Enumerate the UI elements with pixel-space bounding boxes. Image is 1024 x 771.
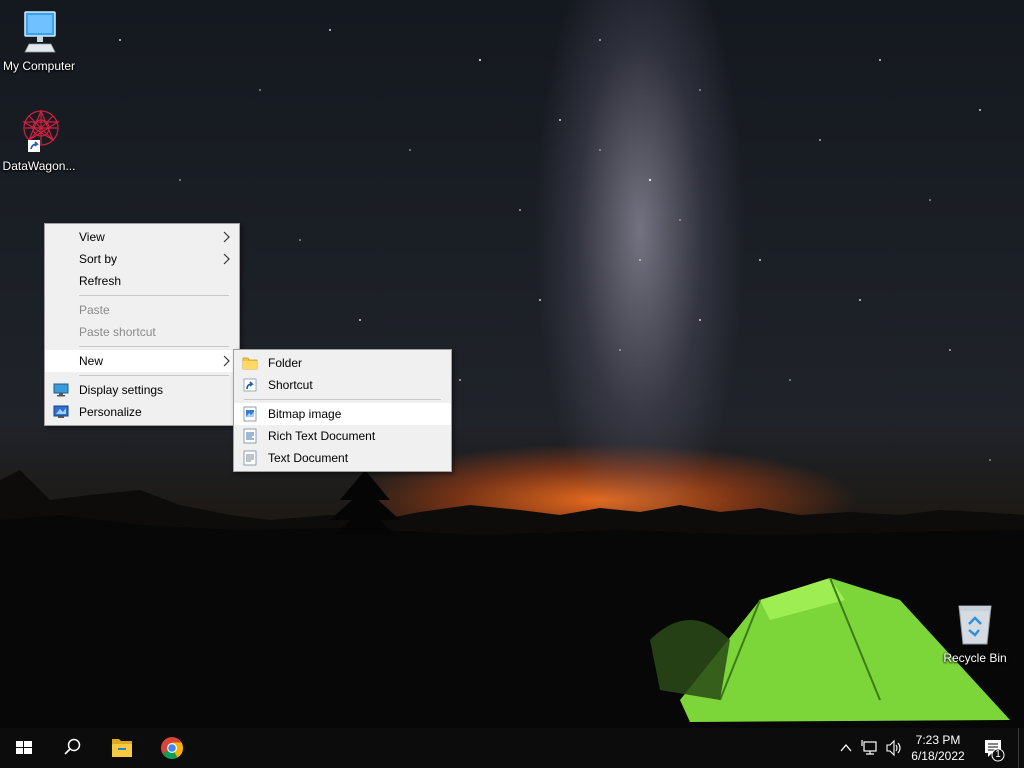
submenu-item-shortcut[interactable]: Shortcut: [234, 374, 451, 396]
chevron-right-icon: [223, 253, 230, 265]
menu-item-sort-by[interactable]: Sort by: [45, 248, 239, 270]
folder-icon: [242, 357, 258, 370]
personalize-icon: [53, 405, 69, 418]
menu-item-label: Folder: [268, 356, 303, 370]
volume-icon[interactable]: [884, 728, 904, 768]
chrome-button[interactable]: [148, 728, 196, 768]
desktop-icon-datawagon[interactable]: DataWagon...: [0, 106, 78, 173]
chevron-up-icon: [840, 743, 852, 752]
notification-icon: [985, 740, 1005, 762]
menu-item-label: Display settings: [79, 383, 164, 397]
taskbar-clock[interactable]: 7:23 PM 6/18/2022: [904, 728, 972, 768]
submenu-item-text-document[interactable]: Text Document: [234, 447, 451, 469]
submenu-item-rich-text-document[interactable]: Rich Text Document: [234, 425, 451, 447]
file-explorer-icon: [112, 739, 132, 757]
menu-separator: [79, 295, 229, 296]
menu-item-label: Rich Text Document: [268, 429, 376, 443]
desktop-context-menu: View Sort by Refresh Paste Paste shortcu…: [44, 223, 240, 426]
menu-separator: [244, 399, 441, 400]
menu-item-label: Text Document: [268, 451, 349, 465]
speaker-icon: [886, 739, 901, 757]
menu-item-label: Paste shortcut: [79, 325, 156, 339]
rich-text-document-icon: [243, 428, 257, 444]
menu-item-paste: Paste: [45, 299, 239, 321]
start-button[interactable]: [0, 728, 48, 768]
search-icon: [64, 738, 81, 755]
menu-item-display-settings[interactable]: Display settings: [45, 379, 239, 401]
submenu-item-bitmap-image[interactable]: Bitmap image: [234, 403, 451, 425]
desktop-icon-my-computer[interactable]: My Computer: [0, 8, 78, 73]
new-submenu: Folder Shortcut Bitmap image Rich Text D…: [233, 349, 452, 472]
menu-item-label: Sort by: [79, 252, 118, 266]
recycle-bin-icon: [958, 605, 992, 645]
menu-item-refresh[interactable]: Refresh: [45, 270, 239, 292]
windows-logo-icon: [16, 741, 32, 754]
menu-item-label: Refresh: [79, 274, 122, 288]
show-desktop-button[interactable]: [1018, 728, 1024, 768]
menu-item-label: New: [79, 354, 104, 368]
network-icon[interactable]: [860, 728, 882, 768]
menu-item-label: Shortcut: [268, 378, 313, 392]
menu-separator: [79, 346, 229, 347]
chevron-right-icon: [223, 355, 230, 367]
bitmap-image-icon: [243, 406, 257, 422]
menu-item-new[interactable]: New: [45, 350, 239, 372]
file-explorer-button[interactable]: [98, 728, 146, 768]
menu-item-label: Personalize: [79, 405, 142, 419]
show-hidden-icons[interactable]: [838, 728, 854, 768]
computer-icon: [24, 11, 56, 53]
menu-item-label: View: [79, 230, 105, 244]
network-icon-glyph: [861, 740, 877, 755]
search-button[interactable]: [48, 728, 96, 768]
menu-item-personalize[interactable]: Personalize: [45, 401, 239, 423]
notification-center-button[interactable]: 1: [978, 728, 1012, 768]
desktop-icon-label: My Computer: [2, 59, 76, 73]
menu-item-view[interactable]: View: [45, 226, 239, 248]
datawagon-shortcut-icon: [21, 109, 61, 152]
display-settings-icon: [53, 383, 69, 397]
clock-date: 6/18/2022: [911, 749, 965, 763]
menu-separator: [79, 375, 229, 376]
menu-item-paste-shortcut: Paste shortcut: [45, 321, 239, 343]
taskbar: 7:23 PM 6/18/2022 1: [0, 728, 1024, 768]
chrome-icon: [161, 737, 183, 759]
menu-item-label: Bitmap image: [268, 407, 342, 421]
text-document-icon: [243, 450, 257, 466]
desktop-icon-recycle-bin[interactable]: Recycle Bin: [936, 602, 1014, 665]
menu-item-label: Paste: [79, 303, 110, 317]
chevron-right-icon: [223, 231, 230, 243]
notification-count-badge: 1: [995, 749, 1001, 760]
submenu-item-folder[interactable]: Folder: [234, 352, 451, 374]
clock-time: 7:23 PM: [915, 733, 961, 747]
desktop-icon-label: DataWagon...: [2, 159, 76, 173]
shortcut-icon: [243, 378, 257, 392]
desktop-icon-label: Recycle Bin: [943, 651, 1007, 665]
